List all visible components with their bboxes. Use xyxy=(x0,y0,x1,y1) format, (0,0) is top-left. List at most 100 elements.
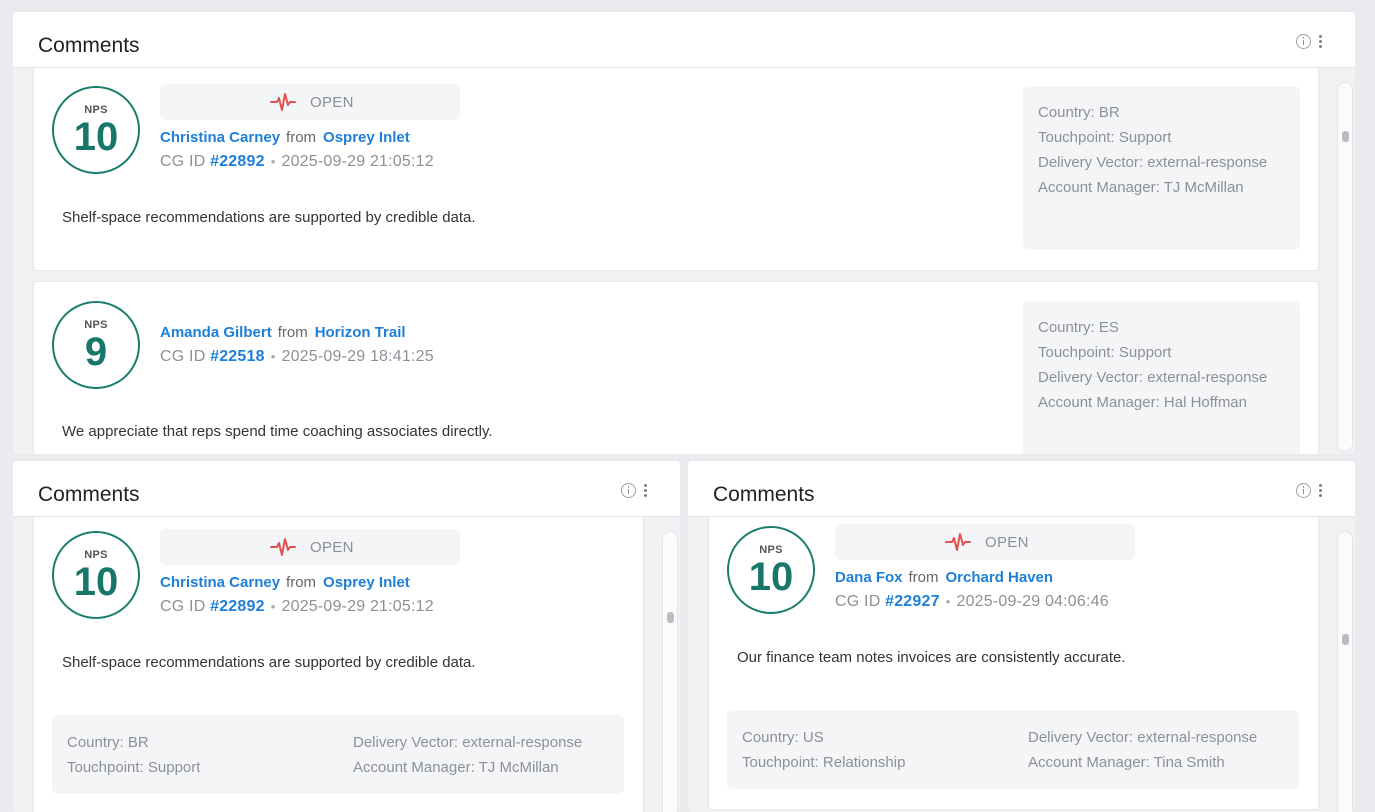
panel-body: NPS 10 OPEN Christina Carney from Osprey I… xyxy=(13,68,1355,454)
cg-id-line: CG ID #22892 • 2025-09-29 21:05:12 xyxy=(160,153,434,171)
panel-header: Comments xyxy=(688,461,1355,517)
cg-id-link[interactable]: #22892 xyxy=(210,153,265,170)
kebab-menu-icon[interactable] xyxy=(1318,34,1322,49)
meta-account-manager: Account Manager: Tina Smith xyxy=(1028,754,1225,771)
panel-title: Comments xyxy=(713,483,815,506)
nps-score-badge: NPS 10 xyxy=(52,86,140,174)
meta-touchpoint: Touchpoint: Support xyxy=(1038,344,1172,361)
nps-score: 9 xyxy=(84,330,108,374)
cg-id-line: CG ID #22892 • 2025-09-29 21:05:12 xyxy=(160,598,434,616)
meta-account-manager: Account Manager: TJ McMillan xyxy=(1038,179,1244,196)
nps-score-badge: NPS 10 xyxy=(727,526,815,614)
company-link[interactable]: Orchard Haven xyxy=(946,569,1054,586)
timestamp: 2025-09-29 21:05:12 xyxy=(281,598,434,615)
cg-id-link[interactable]: #22892 xyxy=(210,598,265,615)
panel-body: NPS 10 OPEN Christina Carney from Osprey I… xyxy=(13,517,680,812)
meta-account-manager: Account Manager: TJ McMillan xyxy=(353,759,559,776)
comments-panel-left: Comments NPS 10 OPEN Christina Carney fro… xyxy=(13,461,680,812)
respondent-line: Dana Fox from Orchard Haven xyxy=(835,569,1053,586)
pulse-icon xyxy=(270,538,296,556)
comment-text: Shelf-space recommendations are supporte… xyxy=(62,654,476,671)
meta-delivery-vector: Delivery Vector: external-response xyxy=(353,734,583,751)
info-icon[interactable] xyxy=(1296,483,1311,498)
meta-delivery-vector: Delivery Vector: external-response xyxy=(1038,154,1268,171)
comment-text: We appreciate that reps spend time coach… xyxy=(62,423,493,440)
timestamp: 2025-09-29 21:05:12 xyxy=(281,153,434,170)
panel-header-actions xyxy=(621,483,647,498)
panel-header-actions xyxy=(1296,483,1322,498)
panel-header: Comments xyxy=(13,12,1355,68)
respondent-name-link[interactable]: Amanda Gilbert xyxy=(160,324,272,341)
separator-dot: • xyxy=(270,154,276,169)
from-label: from xyxy=(908,569,939,586)
cg-id-link[interactable]: #22518 xyxy=(210,348,265,365)
meta-delivery-vector: Delivery Vector: external-response xyxy=(1028,729,1258,746)
comment-card: NPS 10 OPEN Dana Fox from Orchard Haven CG… xyxy=(708,517,1319,810)
cg-id-line: CG ID #22927 • 2025-09-29 04:06:46 xyxy=(835,593,1109,611)
status-label: OPEN xyxy=(310,94,354,111)
nps-score: 10 xyxy=(73,115,119,159)
metadata-box: Country: US Touchpoint: Relationship Del… xyxy=(727,710,1299,789)
metadata-box: Country: BR Touchpoint: Support Delivery… xyxy=(52,715,624,794)
from-label: from xyxy=(286,129,317,146)
separator-dot: • xyxy=(270,599,276,614)
meta-country: Country: BR xyxy=(1038,104,1120,121)
scrollbar[interactable] xyxy=(1337,531,1353,812)
status-pill[interactable]: OPEN xyxy=(160,529,460,565)
cg-id-line: CG ID #22518 • 2025-09-29 18:41:25 xyxy=(160,348,434,366)
meta-touchpoint: Touchpoint: Support xyxy=(67,759,201,776)
nps-score: 10 xyxy=(748,555,794,599)
nps-score: 10 xyxy=(73,560,119,604)
pulse-icon xyxy=(270,93,296,111)
company-link[interactable]: Osprey Inlet xyxy=(323,129,410,146)
respondent-name-link[interactable]: Christina Carney xyxy=(160,574,280,591)
nps-score-badge: NPS 10 xyxy=(52,531,140,619)
separator-dot: • xyxy=(945,594,951,609)
nps-score-badge: NPS 9 xyxy=(52,301,140,389)
comment-text: Our finance team notes invoices are cons… xyxy=(737,649,1126,666)
respondent-line: Christina Carney from Osprey Inlet xyxy=(160,574,410,591)
status-pill[interactable]: OPEN xyxy=(160,84,460,120)
meta-country: Country: US xyxy=(742,729,824,746)
scrollbar[interactable] xyxy=(662,531,678,812)
separator-dot: • xyxy=(270,349,276,364)
from-label: from xyxy=(277,324,308,341)
status-label: OPEN xyxy=(985,534,1029,551)
cg-id-prefix: CG ID xyxy=(160,153,206,170)
kebab-menu-icon[interactable] xyxy=(643,483,647,498)
panel-header-actions xyxy=(1296,34,1322,49)
panel-header: Comments xyxy=(13,461,680,517)
timestamp: 2025-09-29 04:06:46 xyxy=(956,593,1109,610)
respondent-name-link[interactable]: Dana Fox xyxy=(835,569,903,586)
status-label: OPEN xyxy=(310,539,354,556)
respondent-name-link[interactable]: Christina Carney xyxy=(160,129,280,146)
scrollbar-thumb[interactable] xyxy=(1342,634,1349,645)
panel-body: NPS 10 OPEN Dana Fox from Orchard Haven CG… xyxy=(688,517,1355,812)
metadata-box: Country: BR Touchpoint: Support Delivery… xyxy=(1023,86,1300,250)
comment-card: NPS 10 OPEN Christina Carney from Osprey I… xyxy=(33,517,644,812)
scrollbar-thumb[interactable] xyxy=(667,612,674,623)
metadata-box: Country: ES Touchpoint: Support Delivery… xyxy=(1023,301,1300,454)
company-link[interactable]: Horizon Trail xyxy=(315,324,406,341)
info-icon[interactable] xyxy=(621,483,636,498)
respondent-line: Amanda Gilbert from Horizon Trail xyxy=(160,324,406,341)
cg-id-prefix: CG ID xyxy=(160,598,206,615)
scrollbar[interactable] xyxy=(1337,82,1353,452)
info-icon[interactable] xyxy=(1296,34,1311,49)
scrollbar-thumb[interactable] xyxy=(1342,131,1349,142)
meta-country: Country: BR xyxy=(67,734,149,751)
panel-title: Comments xyxy=(38,34,140,57)
cg-id-prefix: CG ID xyxy=(835,593,881,610)
timestamp: 2025-09-29 18:41:25 xyxy=(281,348,434,365)
cg-id-link[interactable]: #22927 xyxy=(885,593,940,610)
company-link[interactable]: Osprey Inlet xyxy=(323,574,410,591)
meta-account-manager: Account Manager: Hal Hoffman xyxy=(1038,394,1247,411)
comment-card: NPS 9 Amanda Gilbert from Horizon Trail CG… xyxy=(33,281,1319,454)
comment-text: Shelf-space recommendations are supporte… xyxy=(62,209,476,226)
meta-touchpoint: Touchpoint: Relationship xyxy=(742,754,906,771)
kebab-menu-icon[interactable] xyxy=(1318,483,1322,498)
status-pill[interactable]: OPEN xyxy=(835,524,1135,560)
respondent-line: Christina Carney from Osprey Inlet xyxy=(160,129,410,146)
meta-touchpoint: Touchpoint: Support xyxy=(1038,129,1172,146)
meta-delivery-vector: Delivery Vector: external-response xyxy=(1038,369,1268,386)
